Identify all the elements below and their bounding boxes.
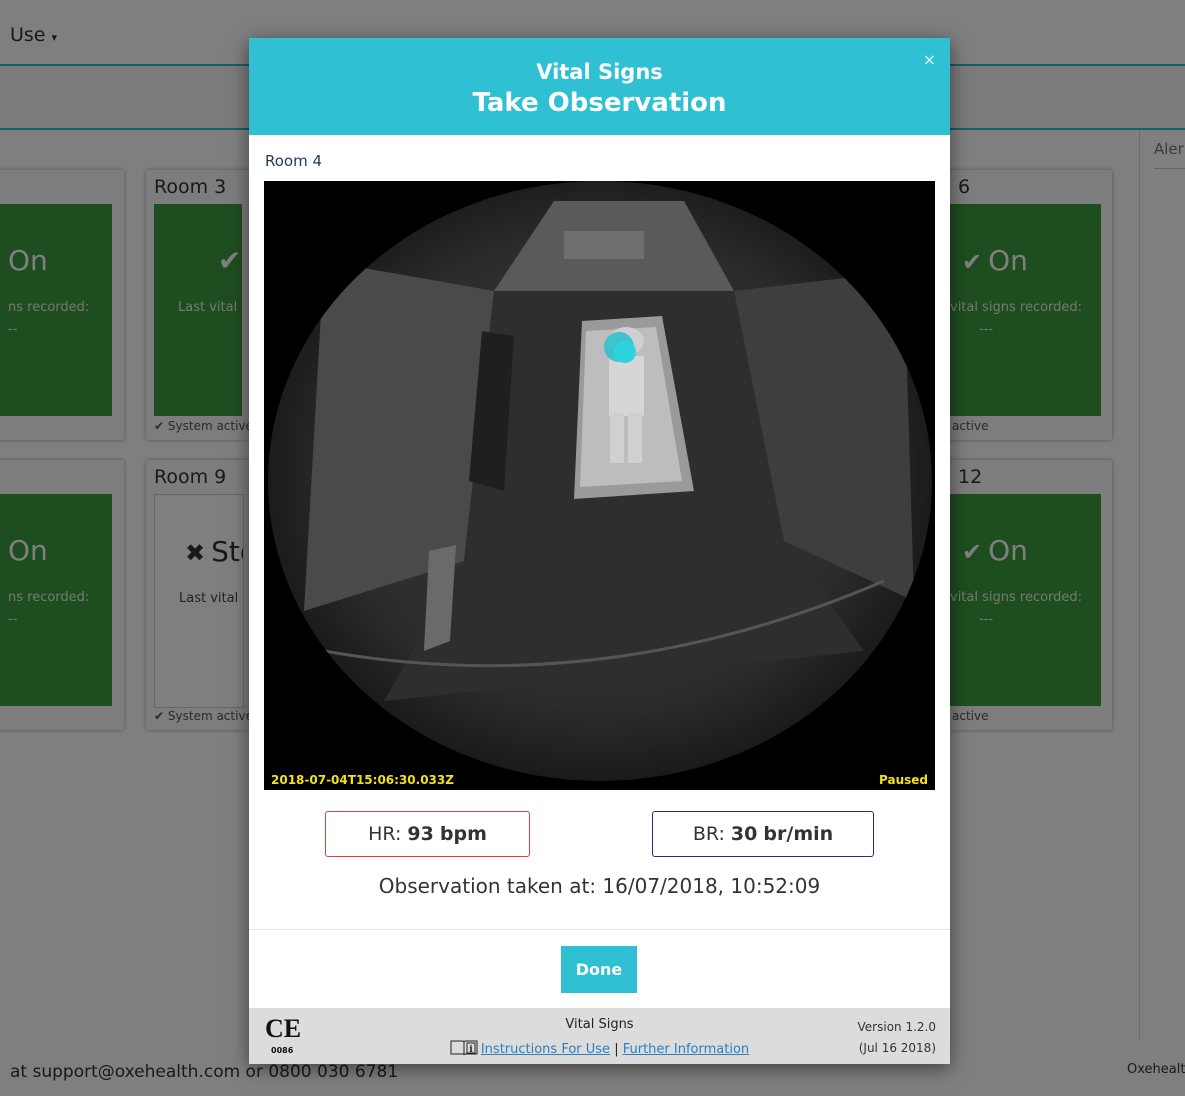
further-information-link[interactable]: Further Information	[623, 1042, 749, 1057]
camera-paused-indicator: Paused	[879, 773, 928, 787]
modal-footer: CE 0086 Vital Signs i Instructions For U…	[249, 1008, 950, 1064]
done-button[interactable]: Done	[561, 946, 637, 993]
camera-timestamp: 2018-07-04T15:06:30.033Z	[271, 773, 454, 787]
instructions-book-icon: i	[450, 1040, 478, 1055]
footer-links: i Instructions For Use | Further Informa…	[249, 1039, 950, 1057]
modal-subtitle: Vital Signs	[536, 60, 663, 84]
observation-timestamp: Observation taken at: 16/07/2018, 10:52:…	[378, 874, 821, 898]
heart-rate-readout: HR: 93 bpm	[325, 811, 530, 857]
version-info: Version 1.2.0 (Jul 16 2018)	[858, 1017, 936, 1059]
modal-divider	[249, 929, 950, 930]
breathing-rate-readout: BR: 30 br/min	[652, 811, 874, 857]
footer-product-name: Vital Signs	[565, 1017, 634, 1032]
instructions-for-use-link[interactable]: Instructions For Use	[481, 1042, 610, 1057]
hr-label: HR:	[368, 823, 402, 845]
version-date: (Jul 16 2018)	[858, 1041, 936, 1055]
close-icon[interactable]: ×	[923, 50, 936, 69]
camera-image	[264, 181, 935, 790]
room-label: Room 4	[265, 152, 323, 170]
svg-text:i: i	[469, 1045, 473, 1055]
hr-value: 93	[407, 823, 434, 845]
take-observation-modal: Vital Signs Take Observation × Room 4 20…	[249, 38, 950, 1064]
br-label: BR:	[692, 823, 725, 845]
camera-feed: 2018-07-04T15:06:30.033Z Paused	[264, 181, 935, 790]
hr-unit: bpm	[439, 823, 487, 845]
link-separator: |	[614, 1042, 619, 1057]
modal-header: Vital Signs Take Observation ×	[249, 38, 950, 135]
version-number: Version 1.2.0	[857, 1020, 936, 1034]
modal-title: Take Observation	[472, 88, 727, 118]
br-value: 30	[730, 823, 758, 845]
br-unit: br/min	[763, 823, 834, 845]
